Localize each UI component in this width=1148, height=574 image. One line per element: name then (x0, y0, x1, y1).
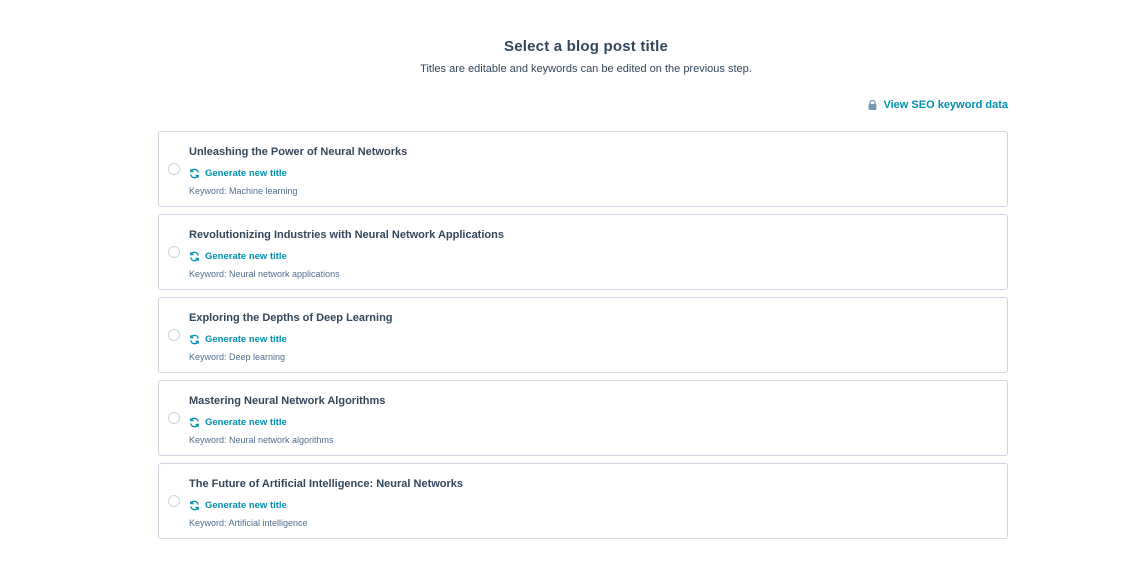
refresh-icon (189, 334, 200, 345)
generate-new-title-label: Generate new title (205, 334, 287, 345)
title-option-card[interactable]: The Future of Artificial Intelligence: N… (158, 463, 1008, 539)
refresh-icon (189, 168, 200, 179)
generate-new-title-button[interactable]: Generate new title (189, 417, 287, 428)
page-subtitle: Titles are editable and keywords can be … (420, 63, 752, 75)
title-option-card[interactable]: Unleashing the Power of Neural Networks … (158, 131, 1008, 207)
lock-icon (868, 100, 877, 110)
title-option-text[interactable]: Exploring the Depths of Deep Learning (189, 312, 393, 324)
title-option-radio[interactable] (168, 163, 180, 175)
title-option-keyword: Keyword: Neural network applications (189, 269, 340, 279)
title-option-card[interactable]: Revolutionizing Industries with Neural N… (158, 214, 1008, 290)
title-option-keyword: Keyword: Machine learning (189, 186, 298, 196)
generate-new-title-button[interactable]: Generate new title (189, 500, 287, 511)
refresh-icon (189, 500, 200, 511)
title-option-text[interactable]: Unleashing the Power of Neural Networks (189, 146, 407, 158)
page-title: Select a blog post title (504, 38, 668, 55)
title-option-card[interactable]: Exploring the Depths of Deep Learning Ge… (158, 297, 1008, 373)
title-option-radio[interactable] (168, 495, 180, 507)
title-option-text[interactable]: Revolutionizing Industries with Neural N… (189, 229, 504, 241)
title-option-card[interactable]: Mastering Neural Network Algorithms Gene… (158, 380, 1008, 456)
generate-new-title-button[interactable]: Generate new title (189, 251, 287, 262)
refresh-icon (189, 251, 200, 262)
title-option-radio[interactable] (168, 329, 180, 341)
view-seo-keyword-data-link[interactable]: View SEO keyword data (868, 99, 1008, 111)
generate-new-title-label: Generate new title (205, 417, 287, 428)
title-option-keyword: Keyword: Artificial intelligence (189, 518, 308, 528)
title-option-text[interactable]: Mastering Neural Network Algorithms (189, 395, 385, 407)
title-option-radio[interactable] (168, 246, 180, 258)
generate-new-title-label: Generate new title (205, 168, 287, 179)
title-options-list: Unleashing the Power of Neural Networks … (158, 131, 1008, 546)
generate-new-title-button[interactable]: Generate new title (189, 334, 287, 345)
title-option-text[interactable]: The Future of Artificial Intelligence: N… (189, 478, 463, 490)
title-option-keyword: Keyword: Neural network algorithms (189, 435, 334, 445)
title-option-keyword: Keyword: Deep learning (189, 352, 286, 362)
generate-new-title-label: Generate new title (205, 251, 287, 262)
generate-new-title-label: Generate new title (205, 500, 287, 511)
title-option-radio[interactable] (168, 412, 180, 424)
generate-new-title-button[interactable]: Generate new title (189, 168, 287, 179)
refresh-icon (189, 417, 200, 428)
title-selection-page: Select a blog post title Titles are edit… (0, 0, 1148, 574)
seo-link-label: View SEO keyword data (883, 99, 1008, 111)
